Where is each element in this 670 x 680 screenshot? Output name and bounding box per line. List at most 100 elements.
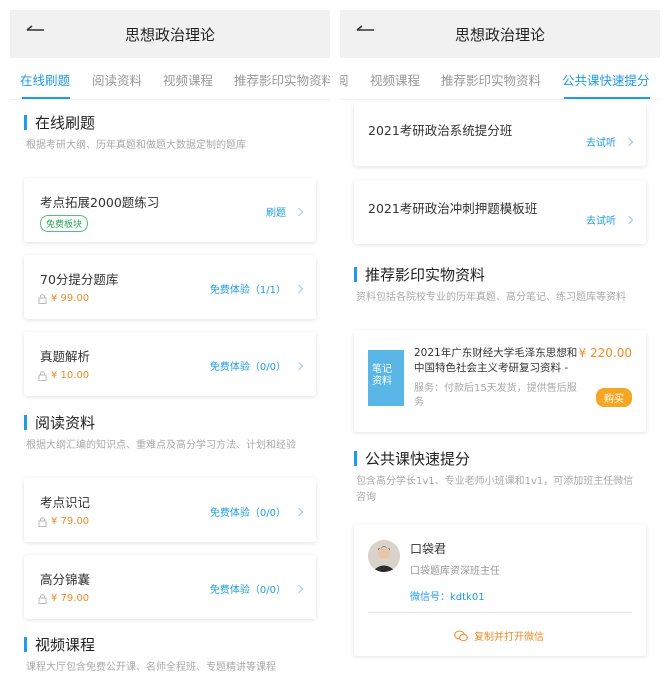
section-desc: 包含高分学长1v1、专业老师小班课和1v1，可添加班主任微信 咨询 — [356, 476, 634, 503]
buy-button[interactable]: 购买 — [596, 388, 632, 407]
book-cover: 笔记 资料 — [368, 350, 404, 406]
card-title: 考点识记 — [40, 495, 91, 510]
section-marker — [354, 451, 357, 466]
free-trial-button[interactable]: 免费体验（0/0） — [210, 581, 304, 596]
action-label: 去试听 — [586, 138, 616, 149]
card-title: 考点拓展2000题练习 — [40, 195, 160, 210]
price-value: ¥ 99.00 — [51, 293, 90, 304]
price: ¥ 10.00 — [38, 370, 89, 381]
tab-bar: 在线刷题 阅读资料 视频课程 推荐影印实物资料 — [10, 58, 330, 100]
active-tab-indicator — [564, 97, 650, 99]
chevron-right-icon — [624, 215, 634, 224]
chevron-right-icon — [294, 584, 304, 593]
practice-button[interactable]: 刷题 — [266, 204, 304, 219]
left-screen: 思想政治理论 在线刷题 阅读资料 视频课程 推荐影印实物资料 在线刷题 根据考研… — [10, 10, 330, 680]
section-print-header: 推荐影印实物资料 — [354, 264, 485, 285]
tab-bar: 阅 视频课程 推荐影印实物资料 公共课快速提分 — [340, 58, 660, 100]
wechat-id: 微信号：kdtk01 — [410, 592, 485, 603]
lock-icon — [38, 516, 47, 527]
section-marker — [24, 115, 27, 130]
tab-print-materials[interactable]: 推荐影印实物资料 — [234, 70, 330, 89]
action-label: 免费体验（0/0） — [209, 508, 286, 519]
price-value: ¥ 79.00 — [51, 516, 90, 527]
active-tab-indicator — [22, 97, 70, 99]
section-desc: 资料包括各院校专业的历年真题、高分笔记、练习题库等资料 — [356, 292, 626, 303]
card-title: 真题解析 — [40, 349, 91, 364]
section-title: 推荐影印实物资料 — [365, 266, 486, 284]
tab-video[interactable]: 视频课程 — [163, 70, 213, 89]
price-value: ¥ 79.00 — [51, 593, 90, 604]
price: ¥ 79.00 — [38, 593, 89, 604]
section-title: 阅读资料 — [35, 414, 96, 432]
action-label: 刷题 — [266, 208, 286, 219]
price: ¥ 99.00 — [38, 293, 89, 304]
trial-listen-button[interactable]: 去试听 — [586, 212, 634, 227]
chevron-right-icon — [294, 207, 304, 216]
contact-name: 口袋君 — [410, 542, 447, 556]
course-title: 2021考研政治系统提分班 — [368, 123, 513, 138]
section-public-header: 公共课快速提分 — [354, 448, 470, 469]
copy-label: 复制并打开微信 — [474, 632, 544, 643]
right-screen: 思想政治理论 阅 视频课程 推荐影印实物资料 公共课快速提分 2021考研政治系… — [340, 10, 660, 680]
lock-icon — [38, 370, 47, 381]
print-material-card[interactable]: 笔记 资料 2021年广东财经大学毛泽东思想和 中国特色社会主义考研复习资料 - ¥… — [354, 330, 646, 432]
service-info: 服务：付款后15天发货，提供售后服务 — [414, 383, 577, 408]
knowledge-card[interactable]: 考点识记 ¥ 79.00 免费体验（0/0） — [24, 478, 316, 542]
copy-open-wechat-button[interactable]: 复制并打开微信 — [454, 628, 544, 643]
section-desc: 课程大厅包含免费公开课、名师全程班、专题精讲等课程 — [26, 662, 276, 673]
material-title: 2021年广东财经大学毛泽东思想和 中国特色社会主义考研复习资料 - — [414, 347, 578, 374]
page-title: 思想政治理论 — [454, 25, 545, 44]
exam-analysis-card[interactable]: 真题解析 ¥ 10.00 免费体验（0/0） — [24, 332, 316, 396]
chevron-right-icon — [294, 284, 304, 293]
section-title: 在线刷题 — [35, 114, 96, 132]
lock-icon — [38, 593, 47, 604]
material-price: ¥ 220.00 — [578, 346, 632, 360]
section-online-practice-header: 在线刷题 — [24, 112, 95, 133]
avatar — [368, 540, 400, 572]
chevron-right-icon — [294, 361, 304, 370]
free-trial-button[interactable]: 免费体验（0/0） — [209, 504, 304, 519]
section-desc: 根据考研大纲、历年真题和做题大数据定制的题库 — [26, 140, 246, 151]
chevron-right-icon — [624, 137, 634, 146]
contact-role: 口袋题库资深班主任 — [410, 566, 500, 577]
section-reading-header: 阅读资料 — [24, 412, 95, 433]
tab-video[interactable]: 视频课程 — [370, 70, 420, 89]
nav-bar: 思想政治理论 — [10, 10, 330, 58]
price-value: ¥ 10.00 — [51, 370, 90, 381]
tab-print-materials[interactable]: 推荐影印实物资料 — [441, 70, 541, 89]
section-video-header: 视频课程 — [24, 634, 95, 655]
section-title: 公共课快速提分 — [365, 450, 471, 468]
price: ¥ 79.00 — [38, 516, 89, 527]
practice-card[interactable]: 考点拓展2000题练习 免费板块 刷题 — [24, 178, 316, 242]
lock-icon — [38, 293, 47, 304]
back-arrow-icon[interactable] — [354, 24, 376, 44]
chevron-right-icon — [294, 507, 304, 516]
free-trial-button[interactable]: 免费体验（0/0） — [209, 358, 304, 373]
free-trial-button[interactable]: 免费体验（1/1） — [210, 281, 304, 296]
wechat-icon — [454, 630, 468, 641]
tips-card[interactable]: 高分锦囊 ¥ 79.00 免费体验（0/0） — [24, 555, 316, 619]
course-title: 2021考研政治冲刺押题模板班 — [368, 201, 538, 216]
person-icon — [368, 540, 400, 572]
contact-card: 口袋君 口袋题库资深班主任 微信号：kdtk01 复制并打开微信 — [354, 524, 646, 656]
back-arrow-icon[interactable] — [24, 24, 46, 44]
tab-public-course[interactable]: 公共课快速提分 — [562, 70, 650, 89]
action-label: 免费体验（0/0） — [209, 362, 286, 373]
question-bank-card[interactable]: 70分提分题库 ¥ 99.00 免费体验（1/1） — [24, 255, 316, 319]
section-desc: 根据大纲汇编的知识点、重难点及高分学习方法、计划和经验 — [26, 440, 296, 451]
action-label: 去试听 — [586, 216, 616, 227]
tab-reading[interactable]: 阅读资料 — [92, 70, 142, 89]
free-badge: 免费板块 — [40, 215, 89, 232]
tab-online-practice[interactable]: 在线刷题 — [20, 70, 70, 89]
course-card[interactable]: 2021考研政治冲刺押题模板班 去试听 — [354, 180, 646, 244]
card-title: 70分提分题库 — [40, 272, 119, 287]
trial-listen-button[interactable]: 去试听 — [586, 134, 634, 149]
book-cover-text: 笔记 资料 — [372, 364, 392, 387]
divider — [368, 612, 632, 613]
course-card[interactable]: 2021考研政治系统提分班 去试听 — [354, 102, 646, 166]
section-marker — [24, 415, 27, 430]
section-title: 视频课程 — [35, 636, 96, 654]
page-title: 思想政治理论 — [124, 25, 215, 44]
section-marker — [24, 637, 27, 652]
tab-reading-partial[interactable]: 阅 — [340, 70, 349, 89]
